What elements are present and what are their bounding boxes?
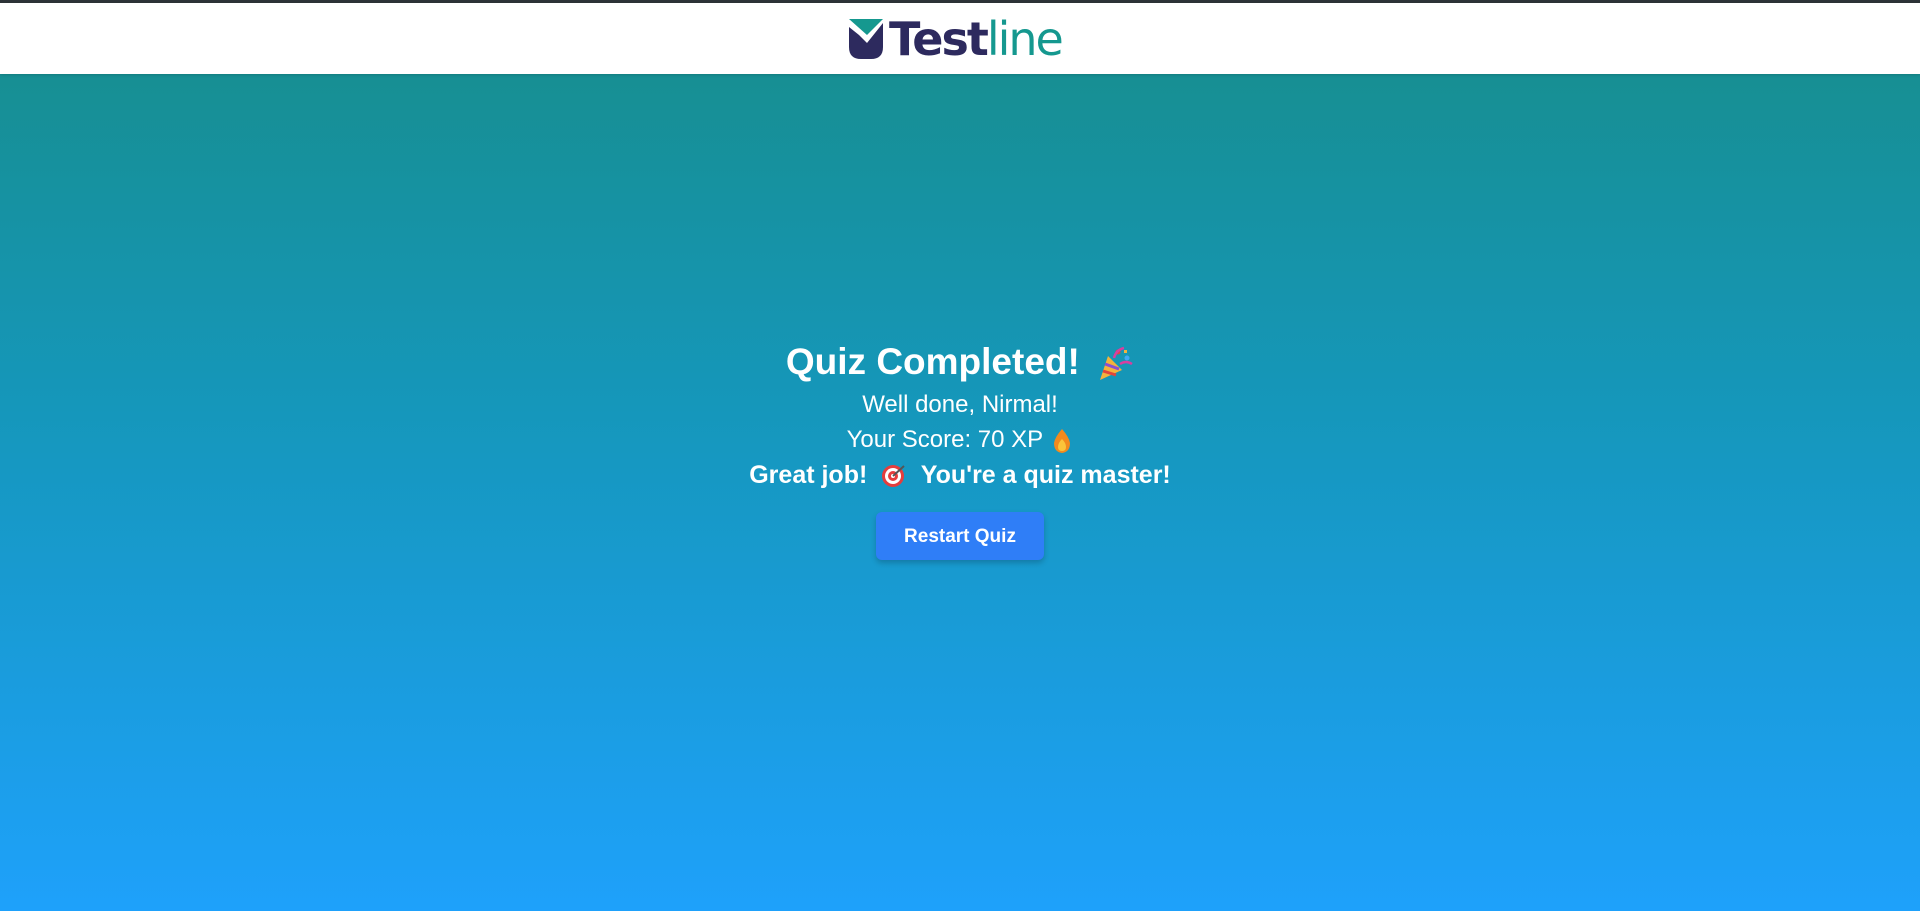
result-title-text: Quiz Completed! <box>785 341 1080 382</box>
greeting-text: Well done, Nirmal! <box>862 391 1058 418</box>
restart-quiz-button[interactable]: Restart Quiz <box>876 512 1044 560</box>
app-header: Testline <box>0 3 1920 74</box>
message-text-part1: Great job! <box>749 461 868 489</box>
fire-icon <box>1054 428 1071 453</box>
message-text-part2: You're a quiz master! <box>920 461 1171 489</box>
party-popper-icon <box>1100 347 1133 381</box>
result-title: Quiz Completed! <box>0 336 1920 388</box>
logo-wordmark: Testline <box>889 12 1064 66</box>
score-text: Your Score: 70 XP <box>846 426 1043 453</box>
result-message: Great job! You're a quiz master! <box>0 458 1920 492</box>
checkmark-shield-icon <box>849 19 883 59</box>
logo-text-test: Test <box>889 12 989 66</box>
testline-logo[interactable]: Testline <box>847 12 1064 66</box>
score-line: Your Score: 70 XP <box>0 422 1920 458</box>
quiz-result-panel: Quiz Completed! Well done, Nirmal! Your … <box>0 336 1920 560</box>
actions: Restart Quiz <box>0 512 1920 560</box>
logo-text-line: line <box>986 12 1064 66</box>
target-icon <box>882 465 905 488</box>
